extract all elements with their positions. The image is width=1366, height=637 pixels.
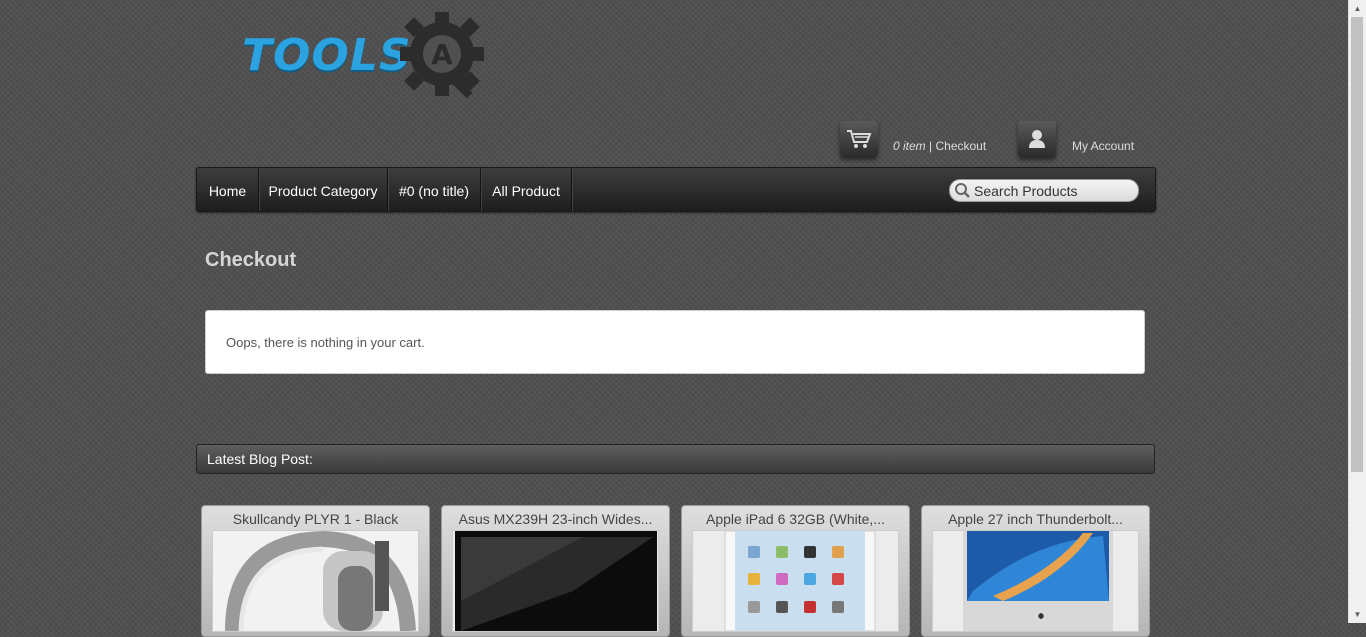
site-logo[interactable]: TOOLS A bbox=[240, 8, 495, 103]
product-card[interactable]: Apple 27 inch Thunderbolt... bbox=[921, 505, 1150, 637]
thunderbolt-display-image bbox=[933, 531, 1138, 631]
account-button[interactable] bbox=[1018, 121, 1056, 157]
cart-summary: 0 item | Checkout bbox=[893, 139, 986, 153]
search-box[interactable] bbox=[949, 179, 1139, 202]
product-image-thunderbolt-display[interactable] bbox=[932, 530, 1139, 632]
cart-separator: | bbox=[925, 139, 936, 153]
nav-item-home[interactable]: Home bbox=[197, 168, 259, 211]
nav-item-product-category[interactable]: Product Category bbox=[259, 168, 388, 211]
cart-icon bbox=[847, 130, 872, 148]
scroll-thumb[interactable] bbox=[1351, 17, 1363, 472]
page-title: Checkout bbox=[205, 249, 297, 271]
latest-blog-post-header: Latest Blog Post: bbox=[196, 444, 1155, 474]
product-card[interactable]: Asus MX239H 23-inch Wides... bbox=[441, 505, 670, 637]
gear-logo-icon: A bbox=[400, 12, 484, 99]
product-name[interactable]: Skullcandy PLYR 1 - Black bbox=[202, 511, 429, 527]
product-name[interactable]: Asus MX239H 23-inch Wides... bbox=[442, 511, 669, 527]
product-name[interactable]: Apple 27 inch Thunderbolt... bbox=[922, 511, 1149, 527]
product-card[interactable]: Apple iPad 6 32GB (White,... bbox=[681, 505, 910, 637]
main-nav: Home Product Category #0 (no title) All … bbox=[196, 167, 1156, 212]
logo-text: TOOLS bbox=[242, 30, 412, 81]
user-icon bbox=[1029, 130, 1045, 148]
scroll-down-arrow-icon[interactable]: ▼ bbox=[1349, 606, 1366, 623]
product-name[interactable]: Apple iPad 6 32GB (White,... bbox=[682, 511, 909, 527]
product-image-headphones[interactable] bbox=[212, 530, 419, 632]
product-image-ipad[interactable] bbox=[692, 530, 899, 632]
search-input[interactable] bbox=[974, 181, 1129, 200]
product-card[interactable]: Skullcandy PLYR 1 - Black bbox=[201, 505, 430, 637]
product-image-monitor[interactable] bbox=[452, 530, 659, 632]
empty-cart-notice: Oops, there is nothing in your cart. bbox=[205, 310, 1145, 374]
cart-count: 0 item bbox=[893, 139, 926, 153]
vertical-scrollbar[interactable]: ▲ ▼ bbox=[1348, 0, 1366, 623]
checkout-link[interactable]: Checkout bbox=[935, 139, 986, 153]
monitor-image bbox=[453, 531, 658, 631]
scroll-up-arrow-icon[interactable]: ▲ bbox=[1349, 0, 1366, 17]
latest-blog-post-title: Latest Blog Post: bbox=[207, 451, 313, 467]
nav-item-all-product[interactable]: All Product bbox=[481, 168, 572, 211]
ipad-image bbox=[693, 531, 898, 631]
empty-cart-message: Oops, there is nothing in your cart. bbox=[226, 335, 425, 350]
nav-item-no-title[interactable]: #0 (no title) bbox=[388, 168, 481, 211]
my-account-link[interactable]: My Account bbox=[1072, 139, 1134, 153]
headphones-image bbox=[213, 531, 418, 631]
cart-button[interactable] bbox=[840, 121, 878, 157]
search-icon bbox=[955, 183, 970, 198]
gear-letter: A bbox=[431, 38, 453, 71]
